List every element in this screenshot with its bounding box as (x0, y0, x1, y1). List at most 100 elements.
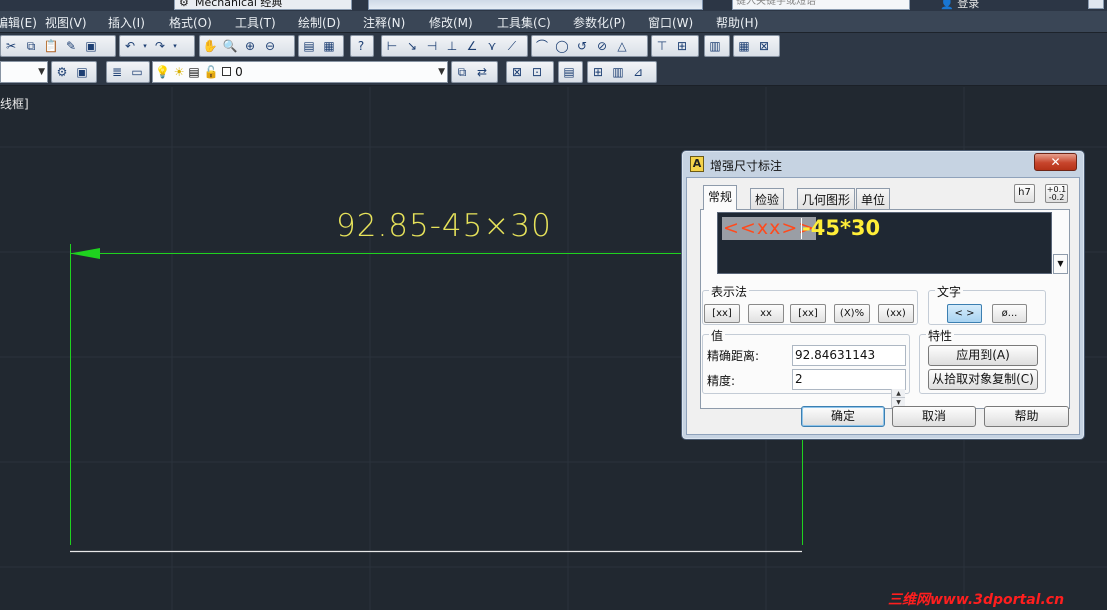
quick-dimension-icon[interactable]: ⊢ (383, 37, 401, 55)
menu-help[interactable]: 帮助(H) (716, 14, 758, 31)
menu-insert[interactable]: 插入(I) (108, 14, 145, 31)
tab-inspect[interactable]: 检验 (750, 188, 785, 209)
style-manager-icon[interactable]: ▣ (73, 63, 91, 81)
precision-label: 精度: (707, 374, 736, 388)
arc-length-icon[interactable]: ⌒ (533, 37, 551, 55)
angular-dimension-icon[interactable]: ∠ (463, 37, 481, 55)
undo-dropdown-icon[interactable]: ▾ (141, 37, 149, 55)
close-button[interactable]: ✕ (1034, 153, 1077, 171)
zoom-realtime-icon[interactable]: 🔍 (221, 37, 239, 55)
editor-dropdown-button[interactable]: ▼ (1053, 254, 1068, 274)
undo-icon[interactable]: ↶ (121, 37, 139, 55)
value-group: 值 精确距离: 92.84631143 精度: 2 ▲ ▼ (702, 327, 910, 408)
layer-isolate-icon[interactable]: ⊠ (508, 63, 526, 81)
menu-tools[interactable]: 工具(T) (235, 14, 276, 31)
pan-icon[interactable]: ✋ (201, 37, 219, 55)
diameter-icon[interactable]: ⊘ (593, 37, 611, 55)
aligned-dimension-icon[interactable]: ⊣ (423, 37, 441, 55)
insert-symbol-button[interactable]: ø... (992, 304, 1027, 323)
layer-unisolate-icon[interactable]: ⊡ (528, 63, 546, 81)
zoom-window-icon[interactable]: ⊕ (241, 37, 259, 55)
standard-toolbar-row: ✂ ⧉ 📋 ✎ ▣ ↶ ▾ ↷ ▾ ✋ 🔍 ⊕ ⊖ ▤ ▦ ? ⊢ ↘ ⊣ ⊥ … (0, 33, 1107, 59)
multi-dimension-icon[interactable]: ⊞ (673, 37, 691, 55)
linear-dimension-icon[interactable]: ↘ (403, 37, 421, 55)
tab-geometry[interactable]: 几何图形 (797, 188, 856, 209)
layer-match-icon[interactable]: ⊞ (589, 63, 607, 81)
radius-icon[interactable]: ◯ (553, 37, 571, 55)
help-button[interactable]: 帮助 (984, 406, 1069, 427)
make-current-icon[interactable]: ⧉ (453, 63, 471, 81)
chamfer-dimension-icon[interactable]: ⟋ (503, 37, 521, 55)
paste-icon[interactable]: 📋 (42, 37, 60, 55)
undo-toolbar: ↶ ▾ ↷ ▾ (119, 35, 195, 57)
dimension-text-editor[interactable]: <<xx>> -45*30 (717, 212, 1052, 274)
datum-icon[interactable]: ⊠ (755, 37, 773, 55)
copy-from-object-button[interactable]: 从拾取对象复制(C) (928, 369, 1038, 390)
angle-icon[interactable]: △ (613, 37, 631, 55)
tab-general[interactable]: 常规 (703, 185, 738, 210)
layer-properties-icon[interactable]: ≣ (108, 63, 126, 81)
spin-up-icon[interactable]: ▲ (892, 389, 905, 398)
copy-icon[interactable]: ⧉ (22, 37, 40, 55)
dialog-titlebar[interactable]: A 增强尺寸标注 ✕ (682, 151, 1084, 177)
menu-view[interactable]: 视图(V) (45, 14, 87, 31)
format-basic-button[interactable]: [xx] (704, 304, 740, 323)
menu-format[interactable]: 格式(O) (169, 14, 212, 31)
settings-icon[interactable]: ⚙ (53, 63, 71, 81)
cut-icon[interactable]: ✂ (2, 37, 20, 55)
format-percent-button[interactable]: (X)% (834, 304, 870, 323)
deviation-lower-label: -0.2 (1048, 193, 1065, 202)
fit-tolerance-button[interactable]: h7 (1014, 184, 1035, 203)
menu-edit[interactable]: 编辑(E) (0, 14, 37, 31)
menu-annotate[interactable]: 注释(N) (363, 14, 405, 31)
zoom-previous-icon[interactable]: ⊖ (261, 37, 279, 55)
style-combo[interactable]: ▼ (0, 61, 48, 83)
dimension-text[interactable]: 92.85-45×30 (336, 208, 552, 244)
layer-previous-icon[interactable]: ⇄ (473, 63, 491, 81)
ok-button[interactable]: 确定 (801, 406, 885, 427)
format-reference-button[interactable]: (xx) (878, 304, 914, 323)
format-inspection-button[interactable]: xx (748, 304, 784, 323)
workspace-selector[interactable]: ⚙ Mechanical 经典 (174, 0, 352, 10)
insert-measured-value-button[interactable]: < > (947, 304, 982, 323)
layers-toolbar-row: ▼ ⚙ ▣ ≣ ▭ 💡 ☀ ▤ 🔓 0 ▼ ⧉ ⇄ ⊠ ⊡ ▤ ⊞ ▥ ⊿ (0, 59, 1107, 86)
deviation-tolerance-button[interactable]: +0.1 -0.2 (1045, 184, 1068, 203)
search-input[interactable]: 键入关键字或短语 (732, 0, 910, 10)
properties-icon[interactable]: ▤ (300, 37, 318, 55)
menu-draw[interactable]: 绘制(D) (298, 14, 341, 31)
login-label: 登录 (957, 0, 980, 10)
layer-merge-icon[interactable]: ⊿ (629, 63, 647, 81)
layer-walk-icon[interactable]: ▤ (560, 63, 578, 81)
precision-stepper[interactable]: 2 ▲ ▼ (792, 369, 906, 408)
menu-modify[interactable]: 修改(M) (429, 14, 473, 31)
exact-distance-field[interactable]: 92.84631143 (792, 345, 906, 366)
jogged-radius-icon[interactable]: ↺ (573, 37, 591, 55)
user-icon: 👤 (940, 0, 954, 10)
format-framed-button[interactable]: [xx] (790, 304, 826, 323)
menu-toolsets[interactable]: 工具集(C) (497, 14, 551, 31)
help-icon[interactable]: ? (352, 37, 370, 55)
cancel-button[interactable]: 取消 (892, 406, 976, 427)
block-editor-icon[interactable]: ▣ (82, 37, 100, 55)
continue-dimension-icon[interactable]: ⊤ (653, 37, 671, 55)
layer-state-icon[interactable]: ▭ (128, 63, 146, 81)
calculator-icon[interactable]: ▦ (320, 37, 338, 55)
layer-combo[interactable]: 💡 ☀ ▤ 🔓 0 ▼ (152, 61, 448, 83)
tab-panel-general: <<xx>> -45*30 ▼ 表示法 [xx] xx [xx] (X)% (x… (700, 209, 1070, 409)
match-properties-icon[interactable]: ✎ (62, 37, 80, 55)
menu-window[interactable]: 窗口(W) (648, 14, 693, 31)
apply-to-button[interactable]: 应用到(A) (928, 345, 1038, 366)
lightbulb-icon: 💡 (155, 65, 170, 79)
layer-change-icon[interactable]: ▥ (609, 63, 627, 81)
redo-icon[interactable]: ↷ (151, 37, 169, 55)
redo-dropdown-icon[interactable]: ▾ (171, 37, 179, 55)
help-icon[interactable] (1088, 0, 1104, 9)
workspace-name: Mechanical 经典 (195, 0, 283, 9)
tolerance-icon[interactable]: ▥ (706, 37, 724, 55)
table-icon[interactable]: ▦ (735, 37, 753, 55)
baseline-dimension-icon[interactable]: ⊥ (443, 37, 461, 55)
tab-units[interactable]: 单位 (856, 188, 891, 209)
menu-parametric[interactable]: 参数化(P) (573, 14, 626, 31)
login-button[interactable]: 👤 登录 (940, 0, 980, 10)
ordinate-dimension-icon[interactable]: ⋎ (483, 37, 501, 55)
